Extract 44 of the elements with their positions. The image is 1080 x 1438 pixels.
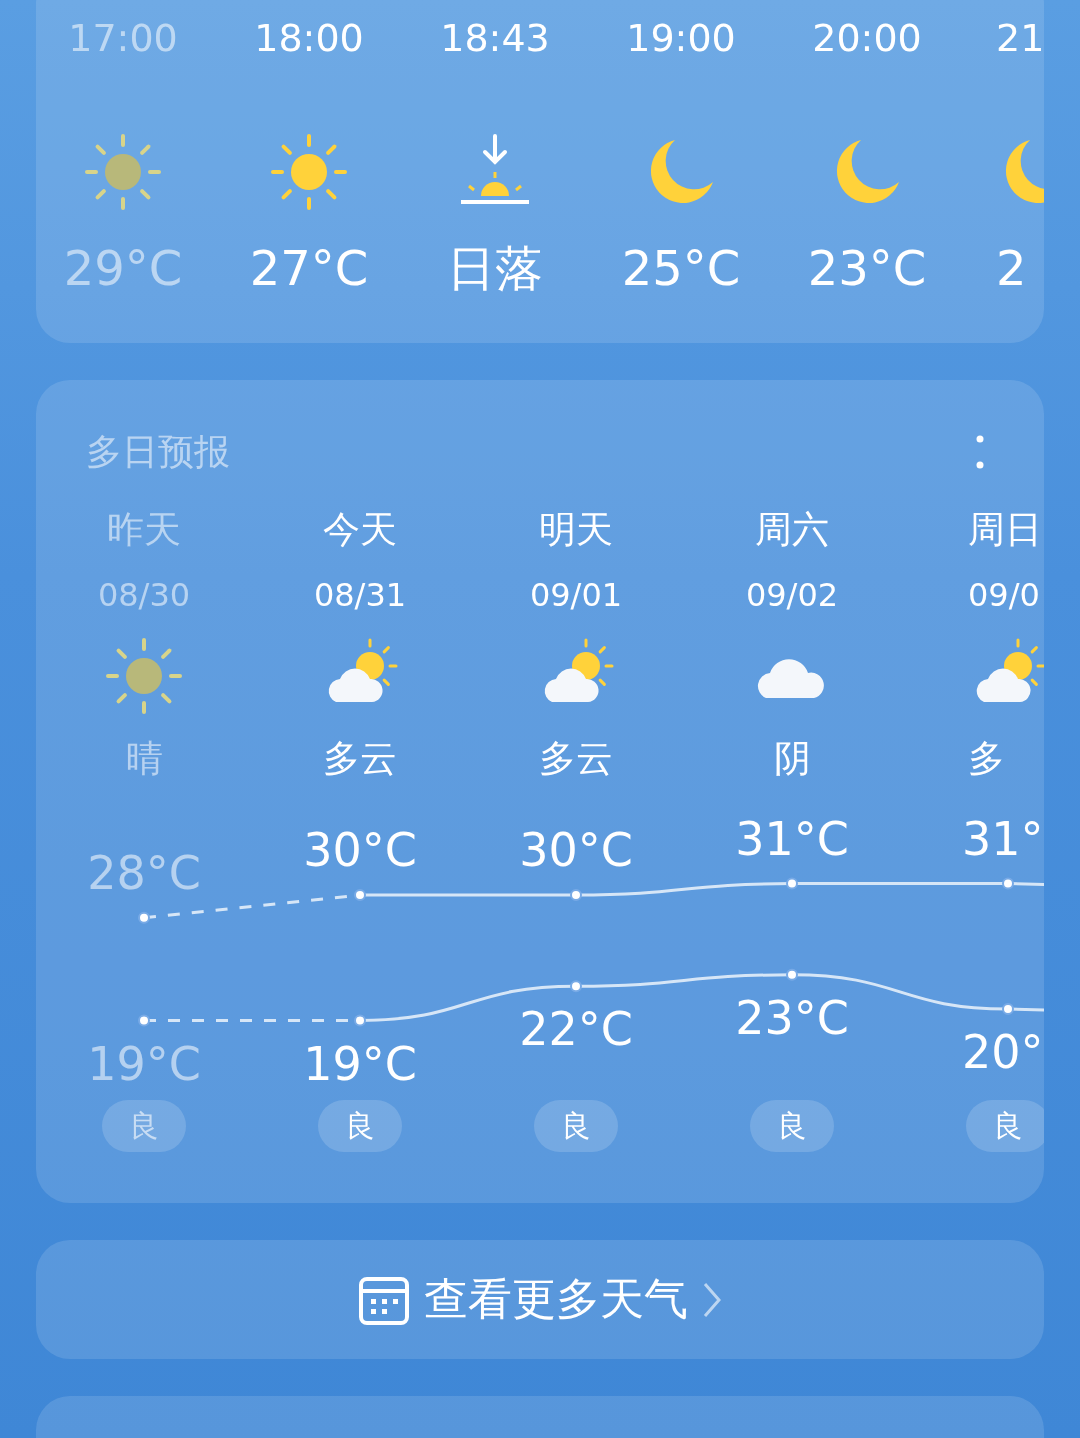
hour-time: 17:00 — [68, 18, 178, 60]
weather-condition: 多云 — [539, 739, 613, 781]
hour-time: 19:00 — [626, 18, 736, 60]
low-temperature: 20° — [962, 1029, 1044, 1076]
weather-condition: 多云 — [323, 739, 397, 781]
hour-time: 21 — [996, 18, 1044, 60]
day-date: 09/01 — [529, 578, 623, 614]
air-quality-badge: 良 — [102, 1100, 186, 1153]
forecast-title: 多日预报 — [86, 432, 230, 472]
air-quality-badge: 良 — [534, 1100, 618, 1153]
weather-condition: 多 — [968, 739, 1005, 781]
hour-time: 18:00 — [254, 18, 364, 60]
hour-temperature: 27°C — [249, 241, 369, 295]
weather-condition: 晴 — [125, 739, 163, 781]
weather-condition: 阴 — [773, 739, 811, 781]
day-date: 08/31 — [313, 578, 407, 614]
day-name: 明天 — [539, 509, 613, 551]
sunset-label: 日落 — [447, 241, 543, 295]
air-quality-badge: 良 — [318, 1100, 402, 1153]
day-date: 09/02 — [745, 578, 839, 614]
hour-time: 18:43 — [440, 18, 550, 60]
high-temperature: 31° — [962, 815, 1044, 862]
hour-temperature: 2 — [996, 241, 1027, 295]
air-quality-badge: 良 — [750, 1100, 834, 1153]
high-temperature: 30°C — [519, 827, 633, 874]
high-temperature: 30°C — [303, 827, 417, 874]
day-date: 09/0 — [968, 578, 1040, 614]
low-temperature: 23°C — [735, 994, 849, 1041]
more-weather-button[interactable]: 查看更多天气 — [358, 1270, 722, 1329]
low-temperature: 19°C — [87, 1040, 201, 1087]
day-name: 今天 — [323, 509, 397, 551]
high-temperature: 31°C — [735, 815, 849, 862]
hour-temperature: 23°C — [807, 241, 927, 295]
day-name: 周六 — [755, 509, 829, 551]
hour-temperature: 29°C — [63, 241, 183, 295]
air-quality-badge: 良 — [966, 1100, 1044, 1153]
day-name: 周日 — [968, 509, 1042, 551]
low-temperature: 22°C — [519, 1006, 633, 1053]
day-name: 昨天 — [107, 509, 181, 551]
day-date: 08/30 — [97, 578, 191, 614]
high-temperature: 28°C — [87, 849, 201, 896]
hour-time: 20:00 — [812, 18, 922, 60]
low-temperature: 19°C — [303, 1040, 417, 1087]
hour-temperature: 25°C — [621, 241, 741, 295]
